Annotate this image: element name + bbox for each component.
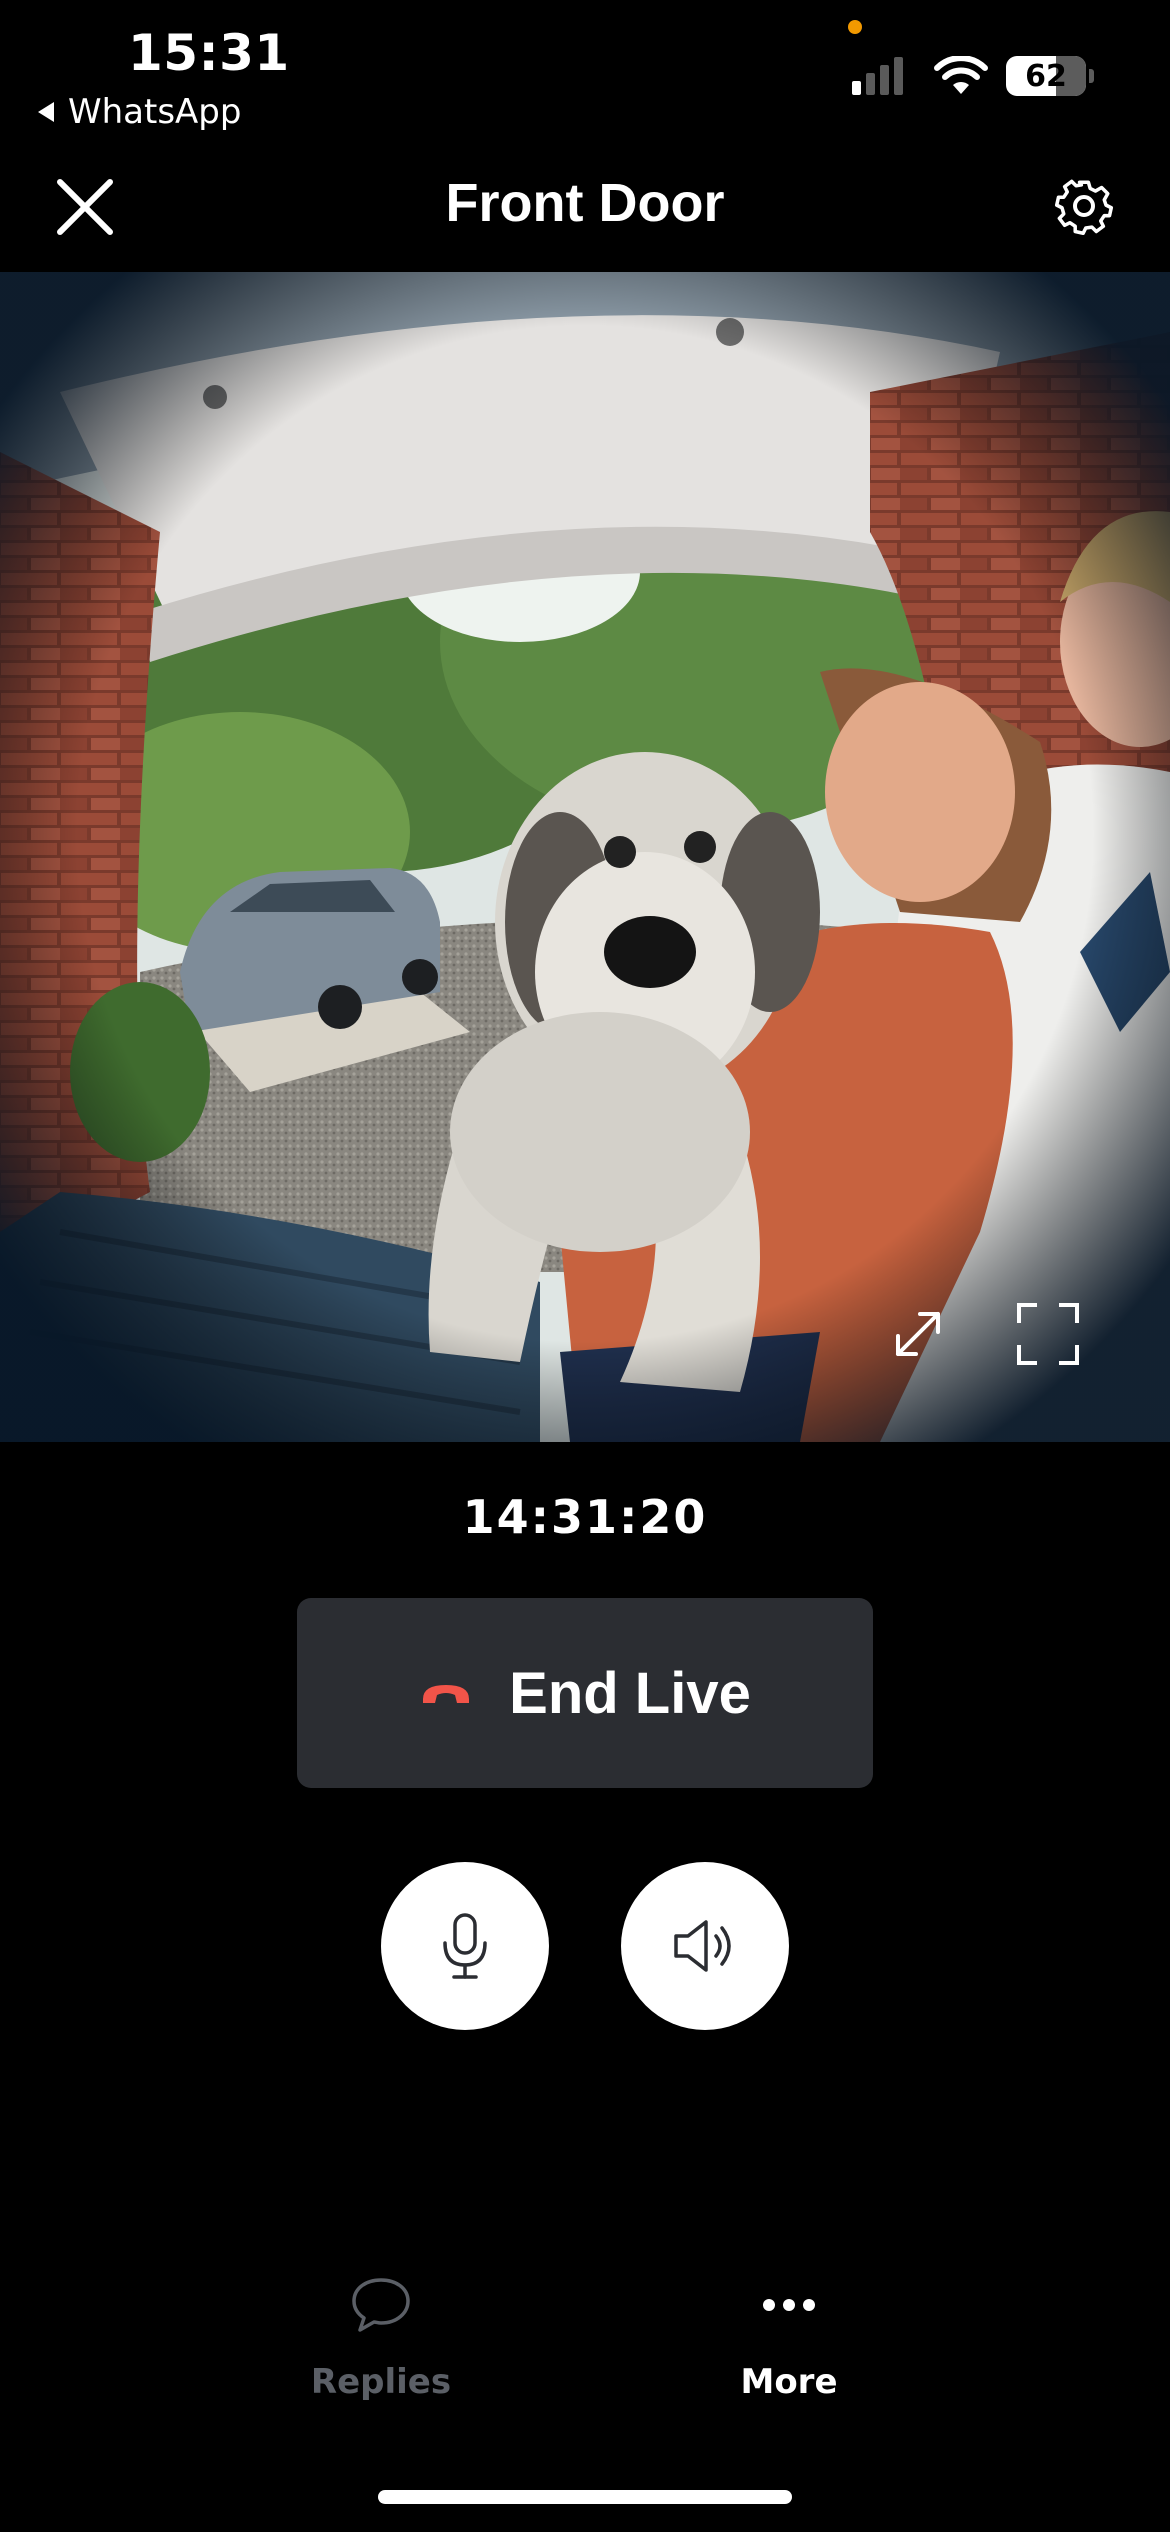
status-time: 15:31 xyxy=(128,24,290,82)
more-dots-icon xyxy=(762,2270,816,2340)
wifi-icon xyxy=(934,55,988,100)
end-live-button[interactable]: End Live xyxy=(297,1598,873,1788)
speaker-button[interactable] xyxy=(621,1862,789,2030)
expand-button[interactable] xyxy=(882,1298,954,1370)
back-triangle-icon xyxy=(38,102,54,122)
hang-up-phone-icon xyxy=(419,1679,473,1707)
speaker-icon xyxy=(674,1920,731,1972)
gear-icon xyxy=(1054,179,1114,236)
back-to-app-link[interactable]: WhatsApp xyxy=(38,92,241,132)
microphone-icon xyxy=(443,1913,487,1979)
close-button[interactable] xyxy=(50,172,120,242)
home-indicator[interactable] xyxy=(378,2490,792,2504)
chat-bubble-icon xyxy=(350,2270,412,2340)
cellular-signal-icon xyxy=(852,55,903,95)
tab-replies-label: Replies xyxy=(310,2362,452,2402)
tab-more-label: More xyxy=(740,2362,838,2402)
fullscreen-icon xyxy=(1017,1303,1079,1365)
live-timestamp: 14:31:20 xyxy=(462,1490,708,1544)
page-title: Front Door xyxy=(445,173,725,233)
tab-replies[interactable]: Replies xyxy=(251,2270,511,2402)
back-app-label: WhatsApp xyxy=(68,92,242,132)
close-icon xyxy=(57,179,113,235)
settings-button[interactable] xyxy=(1050,172,1118,240)
expand-arrows-icon xyxy=(896,1312,940,1356)
battery-percent: 62 xyxy=(1025,58,1067,94)
tab-more[interactable]: More xyxy=(659,2270,919,2402)
camera-feed[interactable] xyxy=(0,272,1170,1442)
recording-indicator-dot xyxy=(848,20,862,34)
fullscreen-button[interactable] xyxy=(1012,1298,1084,1370)
doorbell-video-image xyxy=(0,272,1170,1442)
microphone-button[interactable] xyxy=(381,1862,549,2030)
battery-indicator: 62 xyxy=(1006,56,1086,96)
end-live-label: End Live xyxy=(509,1660,751,1726)
battery-nub xyxy=(1089,69,1094,83)
